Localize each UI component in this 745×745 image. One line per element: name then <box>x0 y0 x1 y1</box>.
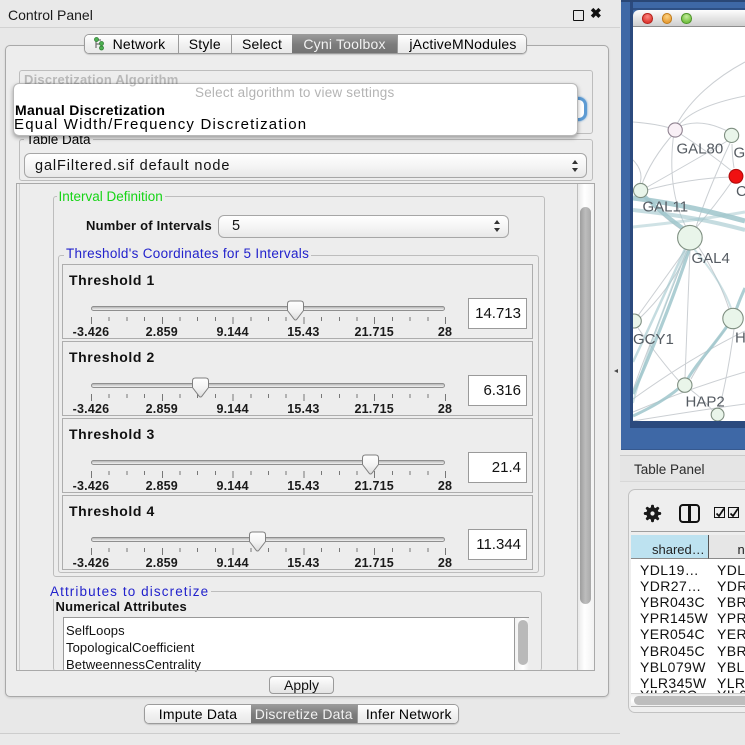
svg-text:GAL11: GAL11 <box>643 199 689 216</box>
svg-text:GCY1: GCY1 <box>633 331 674 348</box>
svg-text:GAL80: GAL80 <box>677 141 724 158</box>
svg-text:C: C <box>736 183 745 200</box>
svg-text:HAP2: HAP2 <box>686 394 725 411</box>
svg-text:GA: GA <box>734 145 745 162</box>
svg-text:H: H <box>735 330 745 347</box>
svg-text:GAL4: GAL4 <box>692 250 730 267</box>
